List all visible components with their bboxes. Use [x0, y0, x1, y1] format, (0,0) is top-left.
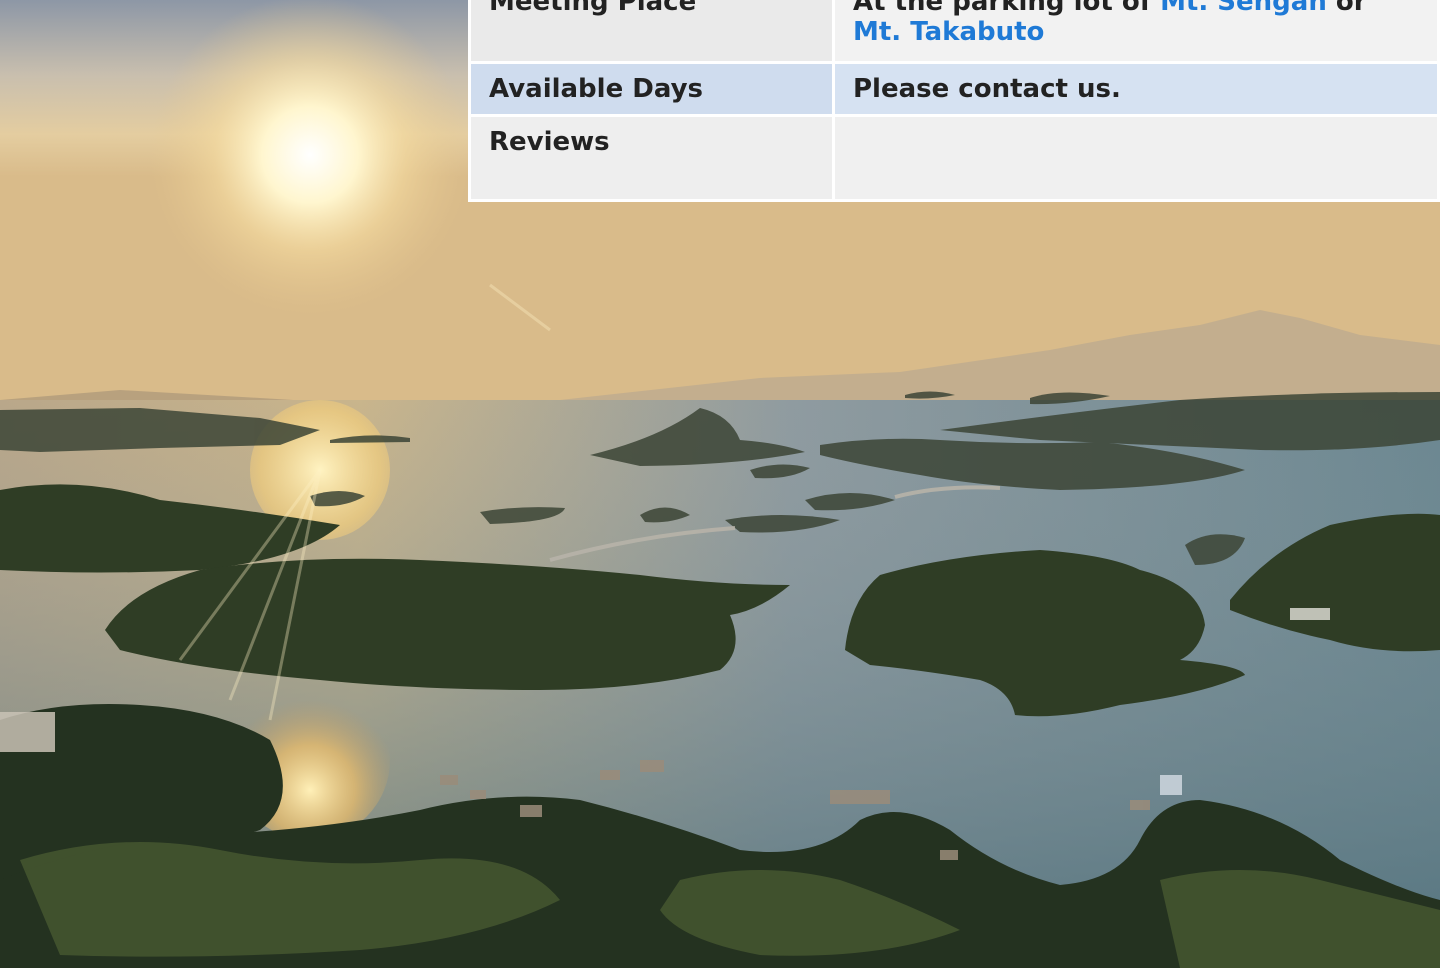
available-days-label-text: Available Days [489, 74, 704, 104]
meeting-place-prefix: At the parking lot of [853, 0, 1161, 17]
reviews-row: Reviews [468, 114, 1440, 202]
meeting-place-label: Meeting Place [468, 0, 835, 64]
reviews-label: Reviews [468, 114, 835, 202]
available-days-value-text: Please contact us. [853, 74, 1121, 104]
available-days-label: Available Days [468, 61, 835, 117]
available-days-row: Available Days Please contact us. [468, 61, 1440, 117]
mt-sengan-link[interactable]: Mt. Sengan [1160, 0, 1327, 17]
page: Meeting Place At the parking lot of Mt. … [0, 0, 1440, 968]
meeting-place-value: At the parking lot of Mt. Sengan or Mt. … [832, 0, 1440, 64]
meeting-place-middle: or [1326, 0, 1367, 17]
reviews-value [832, 114, 1440, 202]
mt-takabuto-link[interactable]: Mt. Takabuto [853, 17, 1044, 47]
reviews-label-text: Reviews [489, 127, 610, 157]
tour-info-table: Meeting Place At the parking lot of Mt. … [468, 0, 1440, 202]
available-days-value: Please contact us. [832, 61, 1440, 117]
meeting-place-row: Meeting Place At the parking lot of Mt. … [468, 0, 1440, 64]
